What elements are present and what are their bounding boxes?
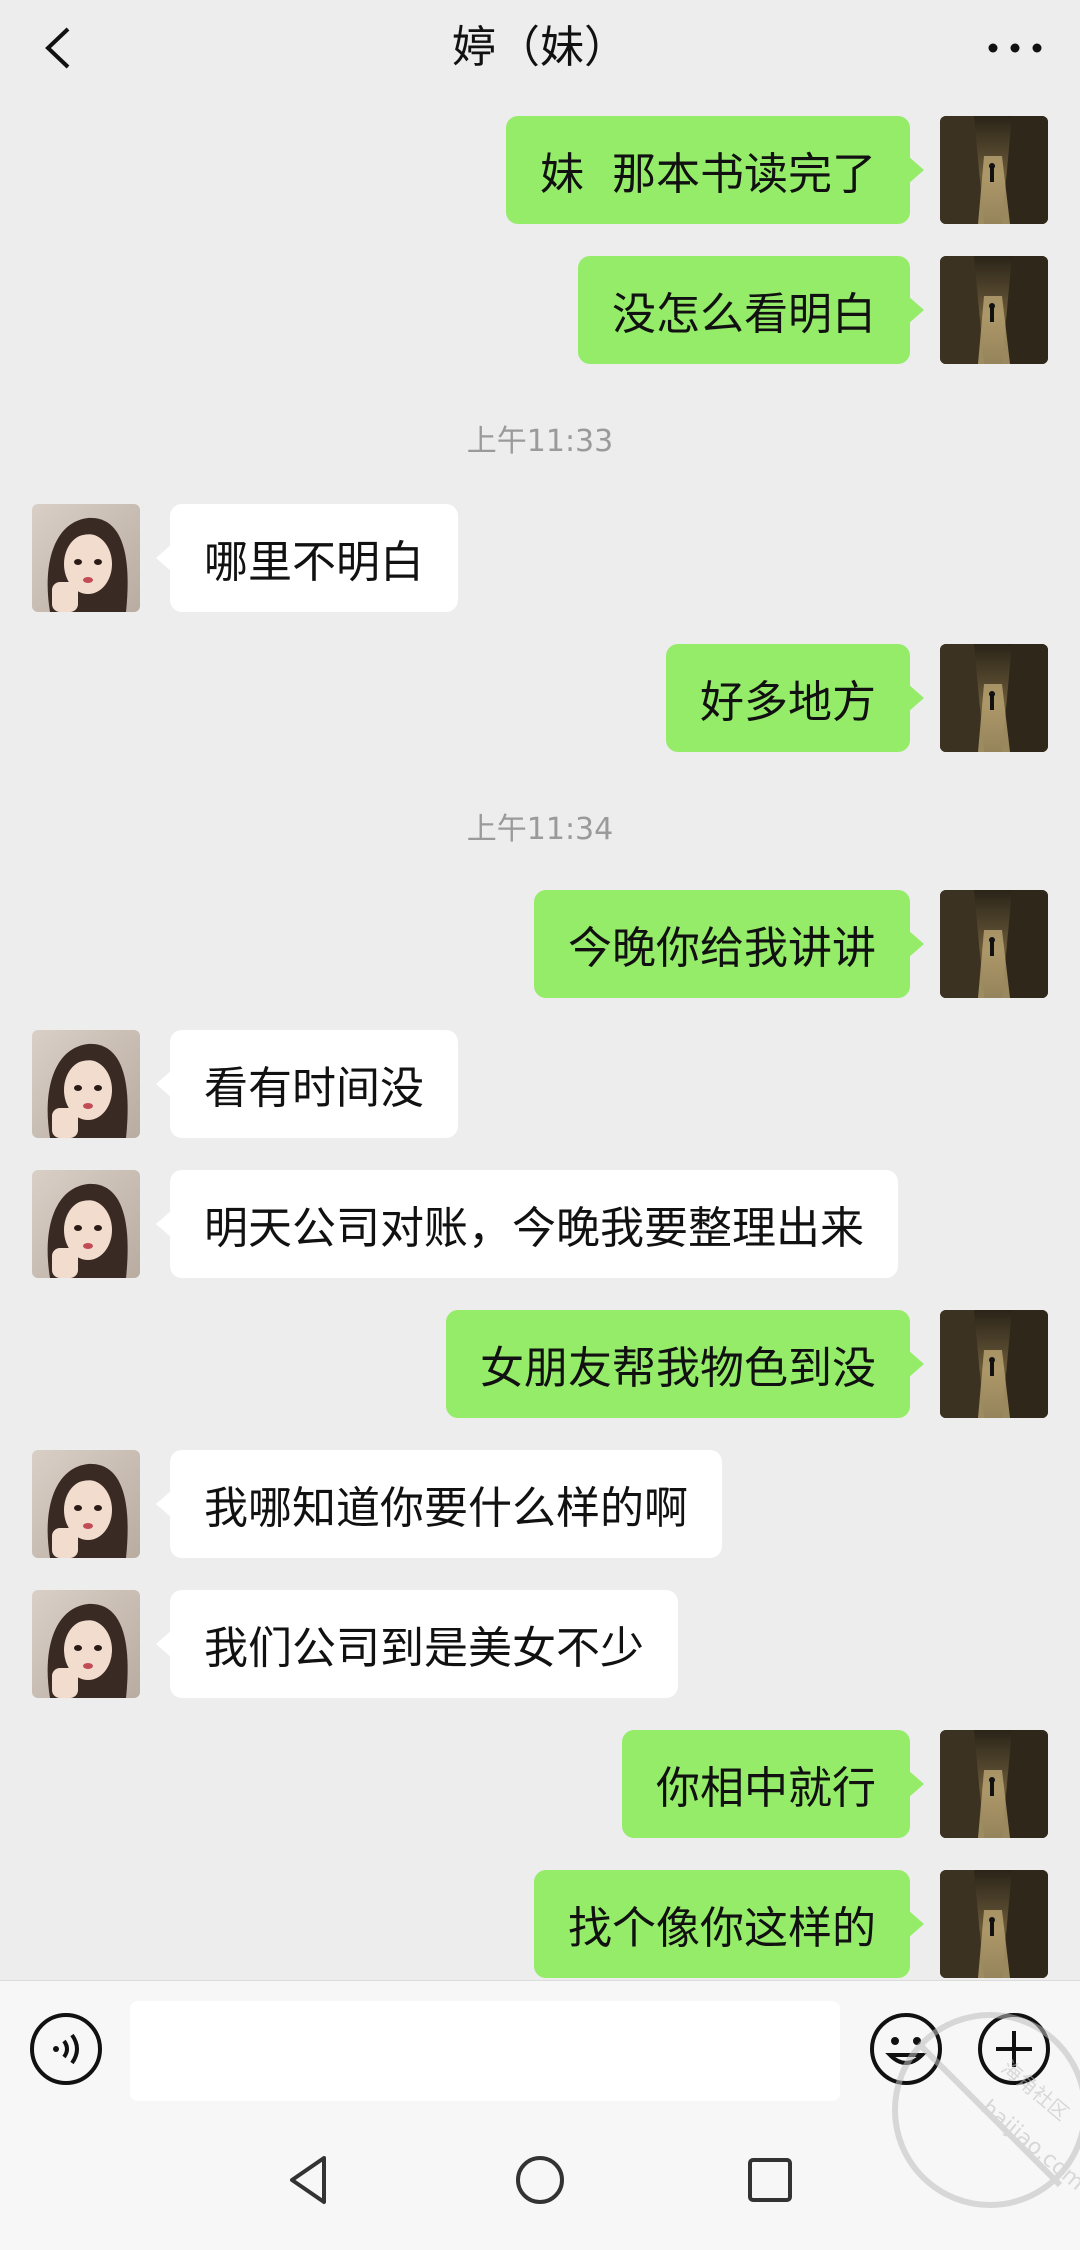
message-row-sent: 女朋友帮我物色到没	[0, 1310, 1080, 1420]
message-input[interactable]	[130, 2001, 840, 2101]
chat-title: 婷（妹）	[452, 22, 628, 73]
system-back-button[interactable]	[278, 2148, 342, 2212]
received-message-bubble[interactable]: 明天公司对账，今晚我要整理出来	[156, 1170, 898, 1278]
voice-button[interactable]	[28, 2011, 104, 2087]
site-watermark: haijiao.com 海角社区	[860, 1990, 1080, 2250]
contact-avatar[interactable]	[32, 1450, 140, 1558]
message-row-sent: 找个像你这样的	[0, 1870, 1080, 1980]
my-avatar[interactable]	[940, 1310, 1048, 1418]
message-row-received: 明天公司对账，今晚我要整理出来	[0, 1170, 1080, 1280]
contact-avatar[interactable]	[32, 504, 140, 612]
my-avatar[interactable]	[940, 1870, 1048, 1978]
sent-message-bubble[interactable]: 找个像你这样的	[534, 1870, 924, 1978]
sent-message-bubble[interactable]: 好多地方	[666, 644, 924, 752]
my-avatar[interactable]	[940, 890, 1048, 998]
message-row-received: 哪里不明白	[0, 504, 1080, 614]
voice-icon	[30, 2013, 102, 2085]
message-row-received: 我们公司到是美女不少	[0, 1590, 1080, 1700]
my-avatar[interactable]	[940, 644, 1048, 752]
my-avatar[interactable]	[940, 1730, 1048, 1838]
sent-message-bubble[interactable]: 没怎么看明白	[578, 256, 924, 364]
message-row-sent: 今晚你给我讲讲	[0, 890, 1080, 1000]
triangle-back-icon	[290, 2156, 326, 2204]
more-dots-icon	[988, 43, 1042, 53]
contact-avatar[interactable]	[32, 1030, 140, 1138]
message-timestamp: 上午11:33	[466, 424, 614, 459]
sent-message-bubble[interactable]: 女朋友帮我物色到没	[446, 1310, 924, 1418]
message-row-sent: 好多地方	[0, 644, 1080, 754]
square-recent-icon	[748, 2158, 792, 2202]
message-row-sent: 妹 那本书读完了	[0, 116, 1080, 226]
message-timestamp: 上午11:34	[466, 812, 614, 847]
chat-header: 婷（妹）	[0, 0, 1080, 100]
received-message-bubble[interactable]: 哪里不明白	[156, 504, 458, 612]
system-home-button[interactable]	[508, 2148, 572, 2212]
message-list[interactable]: 妹 那本书读完了 没怎么看明白 上午11:33 哪里不明白 好多地方 上午11:…	[0, 100, 1080, 1980]
more-button[interactable]	[980, 18, 1050, 78]
circle-home-icon	[516, 2156, 564, 2204]
my-avatar[interactable]	[940, 116, 1048, 224]
received-message-bubble[interactable]: 我哪知道你要什么样的啊	[156, 1450, 722, 1558]
message-row-received: 我哪知道你要什么样的啊	[0, 1450, 1080, 1560]
message-row-sent: 没怎么看明白	[0, 256, 1080, 366]
my-avatar[interactable]	[940, 256, 1048, 364]
sent-message-bubble[interactable]: 你相中就行	[622, 1730, 924, 1838]
sent-message-bubble[interactable]: 今晚你给我讲讲	[534, 890, 924, 998]
received-message-bubble[interactable]: 我们公司到是美女不少	[156, 1590, 678, 1698]
contact-avatar[interactable]	[32, 1590, 140, 1698]
system-recents-button[interactable]	[738, 2148, 802, 2212]
contact-avatar[interactable]	[32, 1170, 140, 1278]
message-row-sent: 你相中就行	[0, 1730, 1080, 1840]
received-message-bubble[interactable]: 看有时间没	[156, 1030, 458, 1138]
sent-message-bubble[interactable]: 妹 那本书读完了	[506, 116, 924, 224]
message-row-received: 看有时间没	[0, 1030, 1080, 1140]
